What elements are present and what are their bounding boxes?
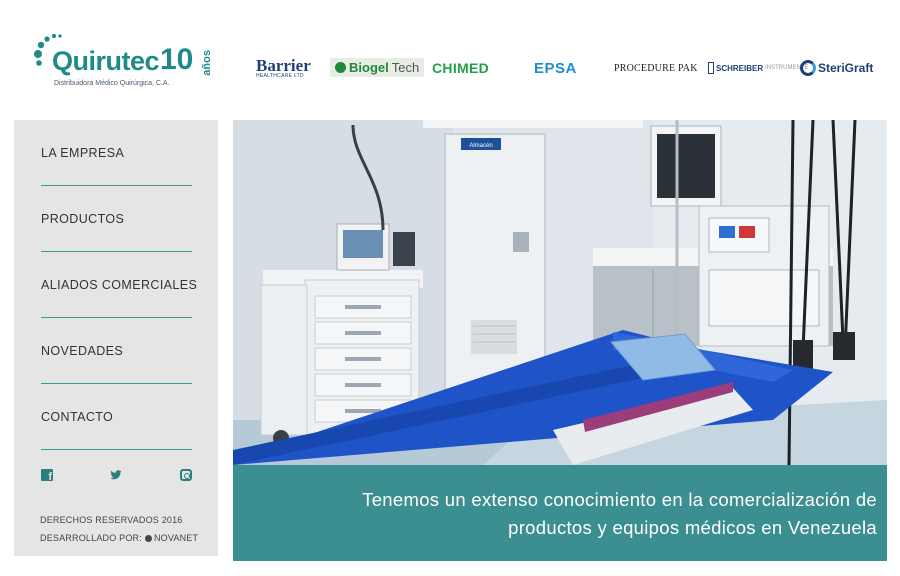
brand-procedure-pak-logo[interactable]: PROCEDURE PAK (614, 48, 698, 88)
brand-barrier-sub: HEALTHCARE LTD (256, 72, 304, 79)
brand-biogel-tech: Tech (391, 60, 420, 75)
brand-chimed-logo[interactable]: CHIMED (432, 48, 489, 88)
brand-barrier-logo[interactable]: Barrier HEALTHCARE LTD (256, 48, 311, 88)
facebook-icon[interactable] (41, 469, 53, 483)
sidebar: LA EMPRESA PRODUCTOS ALIADOS COMERCIALES… (14, 120, 218, 556)
hero-caption-line1: Tenemos un extenso conocimiento en la co… (362, 489, 877, 510)
brand-sterigraft-name: SteriGraft (818, 61, 874, 75)
nav-item-label: ALIADOS COMERCIALES (41, 278, 198, 292)
social-links (41, 469, 192, 483)
brand-procedure-pak-name: PROCEDURE PAK (614, 62, 698, 74)
brand-biogel-name: Biogel (349, 60, 389, 75)
brand-biogel-logo[interactable]: Biogel Tech (330, 58, 425, 77)
instagram-icon[interactable] (180, 469, 192, 481)
brand-schreiber-logo[interactable]: SCHREIBER INSTRUMENTE (708, 48, 808, 88)
copyright-text: DERECHOS RESERVADOS 2016 (40, 515, 183, 525)
nav-divider (41, 449, 192, 450)
nav-item-label: LA EMPRESA (41, 146, 125, 160)
hero-caption-text: Tenemos un extenso conocimiento en la co… (257, 486, 877, 542)
novanet-icon (144, 535, 152, 543)
hero-banner: Almacén Tenemos un extenso conocimiento … (233, 120, 887, 561)
nav-item-aliados-comerciales[interactable]: ALIADOS COMERCIALES (41, 252, 197, 318)
brand-epsa-logo[interactable]: EPSA (534, 48, 577, 88)
twitter-icon[interactable] (110, 469, 122, 481)
nav-item-novedades[interactable]: NOVEDADES (41, 318, 192, 384)
hero-caption-line2: productos y equipos médicos en Venezuela (508, 517, 877, 538)
developer-credit[interactable]: DESARROLLADO POR: NOVANET (40, 533, 198, 543)
nav-item-label: PRODUCTOS (41, 212, 125, 226)
nav-item-contacto[interactable]: CONTACTO (41, 384, 192, 450)
nav-item-la-empresa[interactable]: LA EMPRESA (41, 120, 192, 186)
logo-tagline: Distribuidora Médico Quirúrgica, C.A. (54, 80, 170, 87)
site-logo[interactable]: Quirutec 10 años Distribuidora Médico Qu… (30, 28, 220, 90)
brand-sterigraft-logo[interactable]: SteriGraft (800, 48, 873, 88)
nav-item-label: CONTACTO (41, 410, 114, 424)
developer-name: NOVANET (153, 533, 199, 543)
door-sign: Almacén (469, 143, 492, 149)
nav-item-label: NOVEDADES (41, 344, 124, 358)
partner-brands: Barrier HEALTHCARE LTD Biogel Tech CHIME… (248, 48, 888, 88)
logo-years-word: años (201, 50, 213, 76)
schreiber-mark-icon (708, 62, 714, 74)
brand-barrier-name: Barrier (256, 55, 311, 75)
brand-epsa-name: EPSA (534, 59, 577, 77)
nav-item-productos[interactable]: PRODUCTOS (41, 186, 192, 252)
developer-label: DESARROLLADO POR: (40, 533, 142, 543)
brand-chimed-name: CHIMED (432, 60, 490, 76)
hero-caption: Tenemos un extenso conocimiento en la co… (233, 465, 887, 561)
sterigraft-ring-icon (800, 60, 816, 76)
brand-schreiber-name: SCHREIBER (716, 63, 764, 73)
page: Quirutec 10 años Distribuidora Médico Qu… (0, 0, 900, 576)
logo-name: Quirutec (52, 46, 160, 76)
logo-years: 10 (160, 43, 194, 76)
biogel-dot-icon (335, 62, 346, 73)
